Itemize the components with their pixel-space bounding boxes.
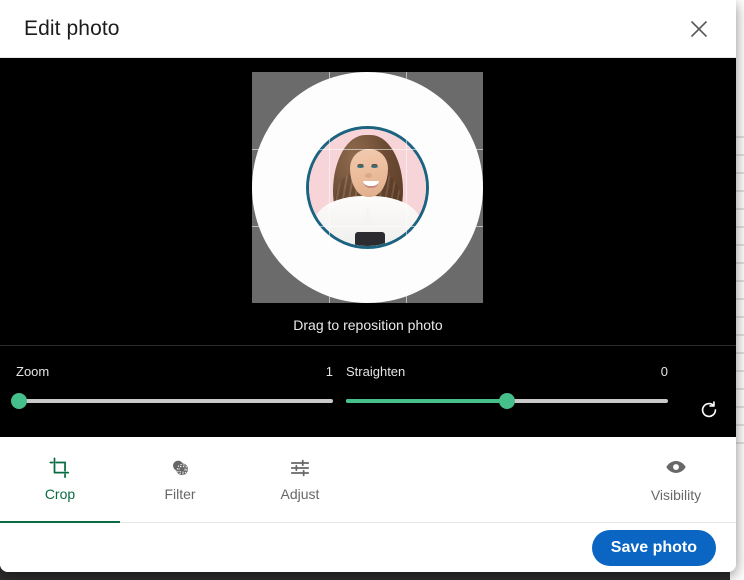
zoom-label: Zoom xyxy=(16,364,50,379)
edit-photo-modal: Edit photo Drag to reposition photo Zoom… xyxy=(0,0,736,572)
straighten-label: Straighten xyxy=(346,364,406,379)
straighten-slider-track[interactable] xyxy=(346,393,668,409)
tab-crop[interactable]: Crop xyxy=(0,437,120,523)
photo-editor-canvas[interactable]: Drag to reposition photo xyxy=(0,58,736,345)
zoom-slider-track[interactable] xyxy=(11,393,333,409)
portrait-eye-left xyxy=(357,165,364,168)
tab-crop-label: Crop xyxy=(44,486,76,502)
crop-icon xyxy=(49,457,71,479)
drag-hint-text: Drag to reposition photo xyxy=(293,317,443,333)
zoom-slider-group: Zoom 1 xyxy=(0,346,341,409)
tool-tabs: Crop Filter Adjust Visibility xyxy=(0,437,736,523)
straighten-slider-fill xyxy=(346,399,507,403)
eye-icon xyxy=(665,456,687,481)
tab-adjust-label: Adjust xyxy=(280,486,320,502)
filter-icon xyxy=(169,457,191,479)
zoom-slider-handle[interactable] xyxy=(11,393,28,409)
adjust-icon xyxy=(289,457,311,479)
straighten-value: 0 xyxy=(660,364,668,379)
tab-filter[interactable]: Filter xyxy=(120,437,240,522)
straighten-slider-group: Straighten 0 xyxy=(341,346,676,409)
straighten-slider-handle[interactable] xyxy=(499,393,515,409)
modal-footer: Save photo xyxy=(0,523,736,572)
tab-filter-label: Filter xyxy=(164,486,196,502)
tools-spacer xyxy=(360,437,616,522)
zoom-value: 1 xyxy=(325,364,333,379)
portrait-nose xyxy=(365,173,372,178)
circular-crop-window[interactable] xyxy=(309,129,426,246)
reset-rotation-button[interactable] xyxy=(694,396,724,426)
straighten-slider-header: Straighten 0 xyxy=(346,364,668,379)
close-icon xyxy=(688,18,710,40)
portrait-held-object xyxy=(355,232,385,246)
save-photo-button[interactable]: Save photo xyxy=(591,529,716,566)
slider-toolbar: Zoom 1 Straighten 0 xyxy=(0,345,736,437)
tab-adjust[interactable]: Adjust xyxy=(240,437,360,522)
page-title: Edit photo xyxy=(24,16,120,40)
visibility-label: Visibility xyxy=(650,487,702,503)
close-button[interactable] xyxy=(682,12,716,46)
visibility-button[interactable]: Visibility xyxy=(616,437,736,522)
zoom-slider-header: Zoom 1 xyxy=(16,364,333,379)
portrait-eye-right xyxy=(371,165,378,168)
rotate-reset-icon xyxy=(698,399,720,424)
photo-drag-area[interactable] xyxy=(252,72,483,303)
modal-header: Edit photo xyxy=(0,0,736,58)
